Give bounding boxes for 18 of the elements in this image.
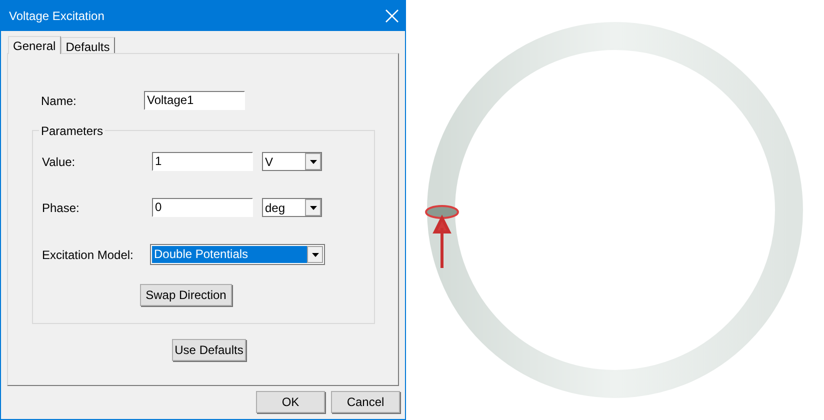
field-label: Excitation Model:: [42, 246, 134, 264]
value-field[interactable]: 1: [152, 152, 253, 171]
tab[interactable]: General: [8, 36, 61, 54]
ok-button[interactable]: OK: [256, 391, 325, 413]
field-label: Value:: [42, 154, 76, 170]
tab[interactable]: Defaults: [60, 37, 115, 53]
field-label: Name:: [41, 92, 78, 110]
field-label: Phase:: [42, 200, 80, 216]
use-defaults-button[interactable]: Use Defaults: [172, 339, 246, 361]
name-field[interactable]: Voltage1: [144, 91, 245, 110]
unit-dropdown[interactable]: deg: [262, 198, 322, 217]
swap-direction-button[interactable]: Swap Direction: [140, 284, 232, 306]
unit-dropdown[interactable]: V: [262, 152, 322, 171]
window-title: Voltage Excitation: [9, 8, 104, 25]
close-icon[interactable]: [385, 9, 399, 23]
cancel-button[interactable]: Cancel: [331, 391, 400, 413]
model-dropdown[interactable]: Double Potentials: [150, 244, 325, 265]
value-field[interactable]: 0: [152, 198, 253, 217]
